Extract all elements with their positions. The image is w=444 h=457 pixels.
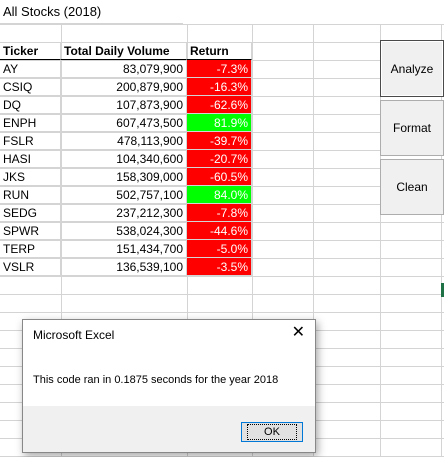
analyze-button[interactable]: Analyze: [380, 40, 444, 97]
cell-ticker[interactable]: FSLR: [0, 132, 61, 150]
cell-return[interactable]: -60.5%: [187, 168, 252, 186]
cell-volume[interactable]: 158,309,000: [61, 168, 187, 186]
cell-return[interactable]: 81.9%: [187, 114, 252, 132]
cell-ticker[interactable]: CSIQ: [0, 78, 61, 96]
dialog-footer: OK: [23, 406, 315, 452]
header-return[interactable]: Return: [187, 42, 252, 60]
cell-volume[interactable]: 538,024,300: [61, 222, 187, 240]
cell-return[interactable]: -7.3%: [187, 60, 252, 78]
cell-volume[interactable]: 200,879,900: [61, 78, 187, 96]
dialog-title: Microsoft Excel: [33, 328, 115, 342]
cell-volume[interactable]: 151,434,700: [61, 240, 187, 258]
cell-ticker[interactable]: TERP: [0, 240, 61, 258]
cell-ticker[interactable]: SPWR: [0, 222, 61, 240]
dialog-message: This code ran in 0.1875 seconds for the …: [33, 374, 279, 386]
format-button[interactable]: Format: [380, 100, 444, 156]
header-ticker[interactable]: Ticker: [0, 42, 61, 60]
cell-volume[interactable]: 478,113,900: [61, 132, 187, 150]
cell-return[interactable]: -44.6%: [187, 222, 252, 240]
clean-button[interactable]: Clean: [380, 159, 444, 215]
cell-ticker[interactable]: VSLR: [0, 258, 61, 276]
cell-return[interactable]: -62.6%: [187, 96, 252, 114]
cell-return[interactable]: -7.8%: [187, 204, 252, 222]
cell-return[interactable]: -3.5%: [187, 258, 252, 276]
cell-return[interactable]: -5.0%: [187, 240, 252, 258]
cell-ticker[interactable]: DQ: [0, 96, 61, 114]
cell-ticker[interactable]: ENPH: [0, 114, 61, 132]
message-dialog: Microsoft Excel ✕ This code ran in 0.187…: [22, 319, 316, 453]
cell-ticker[interactable]: RUN: [0, 186, 61, 204]
cell-volume[interactable]: 607,473,500: [61, 114, 187, 132]
ok-button[interactable]: OK: [241, 422, 303, 442]
cell-return[interactable]: -39.7%: [187, 132, 252, 150]
header-volume[interactable]: Total Daily Volume: [61, 42, 187, 60]
cell-volume[interactable]: 237,212,300: [61, 204, 187, 222]
cell-volume[interactable]: 83,079,900: [61, 60, 187, 78]
sheet-title-cell[interactable]: All Stocks (2018): [0, 0, 183, 24]
close-icon[interactable]: ✕: [292, 325, 305, 341]
cell-ticker[interactable]: HASI: [0, 150, 61, 168]
cell-ticker[interactable]: JKS: [0, 168, 61, 186]
cell-return[interactable]: -16.3%: [187, 78, 252, 96]
cell-volume[interactable]: 502,757,100: [61, 186, 187, 204]
cell-ticker[interactable]: SEDG: [0, 204, 61, 222]
cell-volume[interactable]: 136,539,100: [61, 258, 187, 276]
cell-volume[interactable]: 104,340,600: [61, 150, 187, 168]
cell-volume[interactable]: 107,873,900: [61, 96, 187, 114]
cell-return[interactable]: -20.7%: [187, 150, 252, 168]
cell-ticker[interactable]: AY: [0, 60, 61, 78]
cell-return[interactable]: 84.0%: [187, 186, 252, 204]
ok-button-label: OK: [247, 424, 297, 440]
